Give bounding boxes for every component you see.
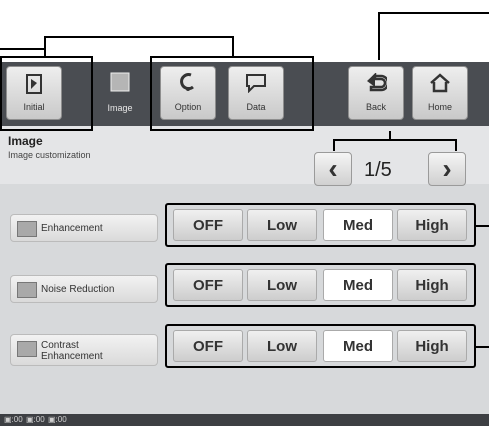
initial-highlight-box: [0, 56, 93, 131]
page-prev-button[interactable]: ‹: [314, 152, 352, 186]
chevron-left-icon: ‹: [328, 153, 338, 184]
contrast-enhancement-label-box: Contrast Enhancement: [10, 334, 158, 366]
contrast-enhancement-high-button[interactable]: High: [397, 330, 467, 362]
callout-line: [476, 225, 489, 227]
contrast-enhancement-icon: [17, 341, 37, 357]
contrast-enhancement-label: Contrast Enhancement: [41, 340, 103, 362]
callout-line: [378, 12, 380, 60]
callout-line: [44, 36, 234, 38]
status-item: ▣:00: [26, 415, 45, 424]
callout-line: [333, 139, 457, 141]
enhancement-high-button[interactable]: High: [397, 209, 467, 241]
callout-line: [378, 12, 489, 14]
home-button[interactable]: Home: [412, 66, 468, 120]
enhancement-label-box: Enhancement: [10, 214, 158, 242]
contrast-enhancement-med-button[interactable]: Med: [323, 330, 393, 362]
page-indicator: 1/5: [364, 159, 392, 181]
image-label: Image: [107, 103, 133, 113]
callout-line: [333, 139, 335, 151]
image-button[interactable]: Image: [92, 66, 148, 120]
noise-reduction-low-button[interactable]: Low: [247, 269, 317, 301]
status-item: ▣:00: [48, 415, 67, 424]
enhancement-label: Enhancement: [41, 223, 103, 234]
callout-line: [389, 131, 391, 139]
back-arrow-icon: [349, 73, 403, 99]
back-label: Back: [365, 102, 386, 112]
option-data-highlight-box: [150, 56, 314, 131]
noise-reduction-icon: [17, 282, 37, 298]
image-icon: [92, 72, 148, 98]
noise-reduction-med-button[interactable]: Med: [323, 269, 393, 301]
enhancement-med-button[interactable]: Med: [323, 209, 393, 241]
noise-reduction-segment-group: OFF Low Med High: [165, 263, 476, 307]
callout-line: [455, 139, 457, 151]
noise-reduction-label-box: Noise Reduction: [10, 275, 158, 303]
page-subtitle: Image customization: [8, 150, 91, 160]
home-icon: [413, 73, 467, 99]
callout-line: [476, 346, 489, 348]
status-item: ▣:00: [4, 415, 23, 424]
contrast-enhancement-segment-group: OFF Low Med High: [165, 324, 476, 368]
chevron-right-icon: ›: [442, 153, 452, 184]
noise-reduction-off-button[interactable]: OFF: [173, 269, 243, 301]
contrast-enhancement-off-button[interactable]: OFF: [173, 330, 243, 362]
status-bar: ▣:00 ▣:00 ▣:00: [0, 414, 489, 426]
noise-reduction-high-button[interactable]: High: [397, 269, 467, 301]
callout-line: [0, 48, 44, 50]
enhancement-off-button[interactable]: OFF: [173, 209, 243, 241]
callout-line: [232, 36, 234, 58]
enhancement-low-button[interactable]: Low: [247, 209, 317, 241]
page-next-button[interactable]: ›: [428, 152, 466, 186]
callout-line: [44, 36, 46, 58]
page-title: Image: [8, 134, 43, 148]
enhancement-icon: [17, 221, 37, 237]
enhancement-segment-group: OFF Low Med High: [165, 203, 476, 247]
back-button[interactable]: Back: [348, 66, 404, 120]
page-header: Image Image customization: [0, 126, 489, 184]
contrast-enhancement-low-button[interactable]: Low: [247, 330, 317, 362]
home-label: Home: [427, 102, 452, 112]
noise-reduction-label: Noise Reduction: [41, 284, 115, 295]
